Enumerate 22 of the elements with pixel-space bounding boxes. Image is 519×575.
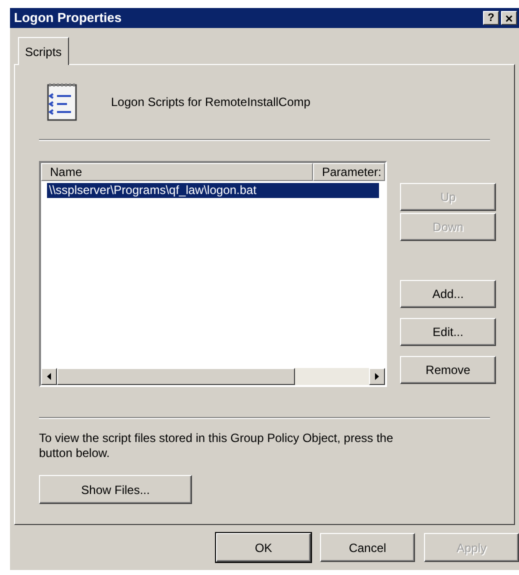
window-title: Logon Properties (14, 9, 122, 28)
show-files-button[interactable]: Show Files... (39, 475, 192, 504)
right-arrow-icon (375, 373, 379, 380)
info-text: To view the script files stored in this Group Policy Object, press the button below. (39, 431, 394, 461)
side-button[interactable]: Edit... (400, 318, 496, 346)
help-button[interactable]: ? (483, 11, 499, 25)
dialog-button[interactable]: OK (216, 533, 311, 562)
close-button[interactable]: × (501, 11, 517, 25)
section-heading: Logon Scripts for RemoteInstallComp (111, 94, 310, 111)
tab[interactable]: Scripts (18, 37, 69, 65)
side-button[interactable]: Remove (400, 356, 496, 384)
dialog-button[interactable]: Cancel (320, 533, 415, 562)
horizontal-scrollbar[interactable] (41, 368, 385, 385)
scroll-right-button[interactable] (369, 368, 385, 385)
column-header[interactable]: Name (41, 163, 313, 181)
side-button[interactable]: Add... (400, 280, 496, 308)
scroll-left-button[interactable] (41, 368, 57, 385)
script-file-icon (45, 82, 79, 122)
scroll-thumb[interactable] (57, 368, 295, 385)
list-row[interactable]: \\ssplserver\Programs\qf_law\logon.bat (47, 183, 379, 198)
left-arrow-icon (47, 373, 51, 380)
column-header[interactable]: Parameter: (313, 163, 385, 181)
